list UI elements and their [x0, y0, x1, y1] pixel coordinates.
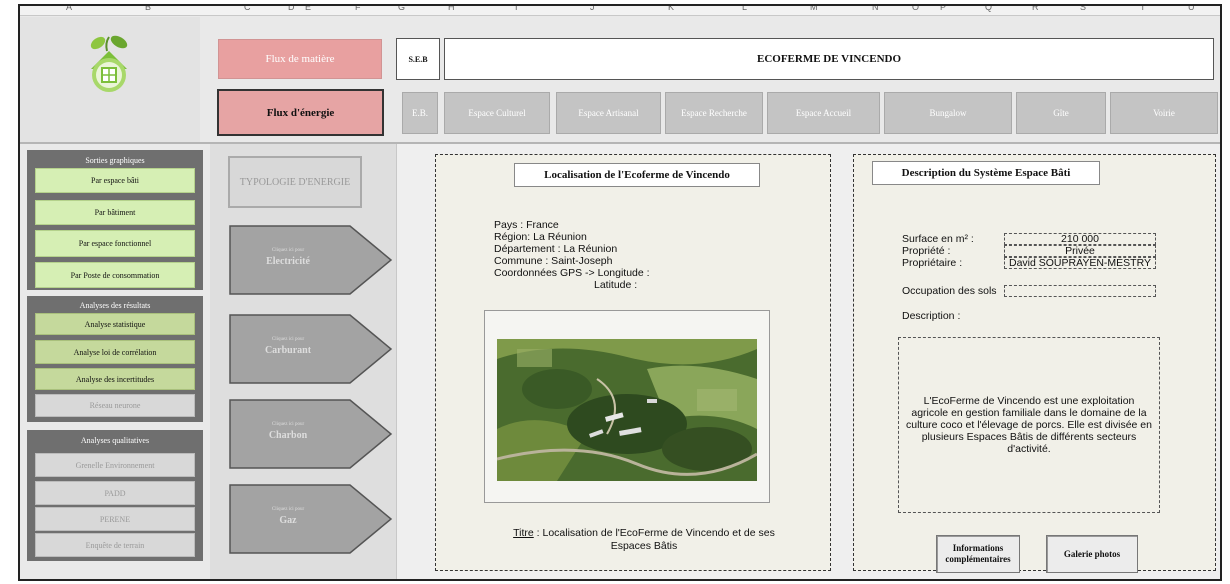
column-letter[interactable]: R	[1032, 6, 1039, 12]
analyse-correlation-button[interactable]: Analyse loi de corrélation	[35, 340, 195, 364]
arrow-hint: Cliquez ici pour	[271, 337, 305, 342]
propriete-label: Propriété :	[902, 245, 951, 257]
main-area: Localisation de l'Ecoferme de Vincendo P…	[396, 144, 1220, 579]
latitude-line: Latitude :	[594, 279, 638, 291]
tab-gite[interactable]: Gîte	[1016, 92, 1106, 134]
column-letter[interactable]: A	[66, 6, 72, 12]
group-title: Analyses des résultats	[79, 301, 151, 310]
padd-button[interactable]: PADD	[35, 481, 195, 505]
longitude-line: Coordonnées GPS -> Longitude :	[494, 267, 650, 279]
flux-energie-button[interactable]: Flux d'énergie	[217, 89, 384, 136]
arrow-label: Carburant	[264, 345, 312, 356]
spreadsheet-window: A B C D E F G H I J K L M N O P Q R S T …	[18, 4, 1222, 581]
column-letter[interactable]: I	[515, 6, 518, 12]
column-letter[interactable]: S	[1080, 6, 1086, 12]
seb-label: S.E.B	[396, 38, 440, 80]
description-text: L'EcoFerme de Vincendo est une exploitat…	[898, 337, 1160, 513]
reseau-neurone-button[interactable]: Réseau neurone	[35, 394, 195, 417]
left-panel: Sorties graphiques Par espace bâti Par b…	[27, 150, 203, 575]
energy-type-column: TYPOLOGIE D'ENERGIE Cliquez ici pour Ele…	[210, 144, 396, 579]
group-title: Analyses qualitatives	[80, 436, 150, 445]
arrow-hint: Cliquez ici pour	[271, 248, 305, 253]
page-title: ECOFERME DE VINCENDO	[444, 38, 1214, 80]
analyse-statistique-button[interactable]: Analyse statistique	[35, 313, 195, 335]
flux-matiere-button[interactable]: Flux de matière	[218, 39, 382, 79]
column-letter[interactable]: O	[912, 6, 919, 12]
electricite-button[interactable]: Cliquez ici pour Electricité	[228, 224, 396, 296]
column-letter[interactable]: M	[810, 6, 818, 12]
column-letter[interactable]: F	[355, 6, 361, 12]
description-title: Description du Système Espace Bâti	[872, 161, 1100, 185]
carburant-button[interactable]: Cliquez ici pour Carburant	[228, 313, 396, 385]
tab-eb[interactable]: E.B.	[402, 92, 438, 134]
location-panel: Localisation de l'Ecoferme de Vincendo P…	[435, 154, 831, 571]
propriete-value: Privée	[1004, 245, 1156, 257]
tab-bungalow[interactable]: Bungalow	[884, 92, 1012, 134]
description-panel: Description du Système Espace Bâti Surfa…	[853, 154, 1216, 573]
gaz-button[interactable]: Cliquez ici pour Gaz	[228, 483, 396, 555]
typologie-energie-label: TYPOLOGIE D'ENERGIE	[228, 156, 362, 208]
eco-house-logo	[90, 35, 128, 92]
pays-line: Pays : France	[494, 219, 559, 231]
location-title: Localisation de l'Ecoferme de Vincendo	[514, 163, 760, 187]
arrow-label: Gaz	[279, 515, 297, 526]
column-letter[interactable]: C	[244, 6, 251, 12]
tab-espace-culturel[interactable]: Espace Culturel	[444, 92, 550, 134]
galerie-photos-button[interactable]: Galerie photos	[1046, 535, 1138, 573]
column-letter[interactable]: D	[288, 6, 295, 12]
tab-voirie[interactable]: Voirie	[1110, 92, 1218, 134]
perene-button[interactable]: PERENE	[35, 507, 195, 531]
arrow-label: Electricité	[266, 256, 310, 267]
tab-espace-accueil[interactable]: Espace Accueil	[767, 92, 880, 134]
par-batiment-button[interactable]: Par bâtiment	[35, 200, 195, 225]
departement-line: Département : La Réunion	[494, 243, 618, 255]
proprietaire-value: David SOUPRAYEN-MESTRY	[1004, 257, 1156, 269]
surface-value: 210 000	[1004, 233, 1156, 245]
occupation-label: Occupation des sols	[902, 285, 997, 297]
par-espace-fonctionnel-button[interactable]: Par espace fonctionnel	[35, 230, 195, 257]
column-letter[interactable]: G	[398, 6, 405, 12]
tab-espace-artisanal[interactable]: Espace Artisanal	[556, 92, 661, 134]
tab-espace-recherche[interactable]: Espace Recherche	[665, 92, 763, 134]
grenelle-environnement-button[interactable]: Grenelle Environnement	[35, 453, 195, 477]
aerial-map-image	[497, 339, 757, 481]
charbon-button[interactable]: Cliquez ici pour Charbon	[228, 398, 396, 470]
commune-line: Commune : Saint-Joseph	[494, 255, 613, 267]
image-caption: Titre : Localisation de l'EcoFerme de Vi…	[510, 527, 778, 553]
location-info: Pays : France Région: La Réunion Départe…	[494, 219, 650, 291]
column-letter[interactable]: N	[872, 6, 879, 12]
column-letter[interactable]: U	[1188, 6, 1195, 12]
caption-label: Titre	[513, 527, 534, 539]
column-letter[interactable]: E	[305, 6, 311, 12]
caption-text: : Localisation de l'EcoFerme de Vincendo…	[533, 527, 775, 552]
column-letter[interactable]: K	[668, 6, 674, 12]
column-letter[interactable]: H	[448, 6, 455, 12]
description-label: Description :	[902, 310, 961, 322]
informations-button[interactable]: Informations complémentaires	[936, 535, 1020, 573]
par-poste-consommation-button[interactable]: Par Poste de consommation	[35, 262, 195, 288]
par-espace-bati-button[interactable]: Par espace bâti	[35, 168, 195, 193]
arrow-hint: Cliquez ici pour	[271, 422, 305, 427]
column-letter[interactable]: L	[742, 6, 747, 12]
column-letter[interactable]: P	[940, 6, 946, 12]
column-header-bar: A B C D E F G H I J K L M N O P Q R S T …	[20, 6, 1220, 16]
region-line: Région: La Réunion	[494, 231, 587, 243]
analyse-incertitudes-button[interactable]: Analyse des incertitudes	[35, 368, 195, 390]
photo-frame	[484, 310, 770, 503]
proprietaire-label: Propriétaire :	[902, 257, 963, 269]
column-letter[interactable]: Q	[985, 6, 992, 12]
occupation-value	[1004, 285, 1156, 297]
surface-label: Surface en m² :	[902, 233, 974, 245]
logo-cell	[20, 17, 200, 143]
enquete-terrain-button[interactable]: Enquête de terrain	[35, 533, 195, 557]
group-title: Sorties graphiques	[85, 156, 145, 165]
arrow-label: Charbon	[268, 430, 308, 441]
column-letter[interactable]: B	[145, 6, 151, 12]
column-letter[interactable]: J	[590, 6, 595, 12]
arrow-hint: Cliquez ici pour	[271, 507, 305, 512]
column-letter[interactable]: T	[1140, 6, 1146, 12]
